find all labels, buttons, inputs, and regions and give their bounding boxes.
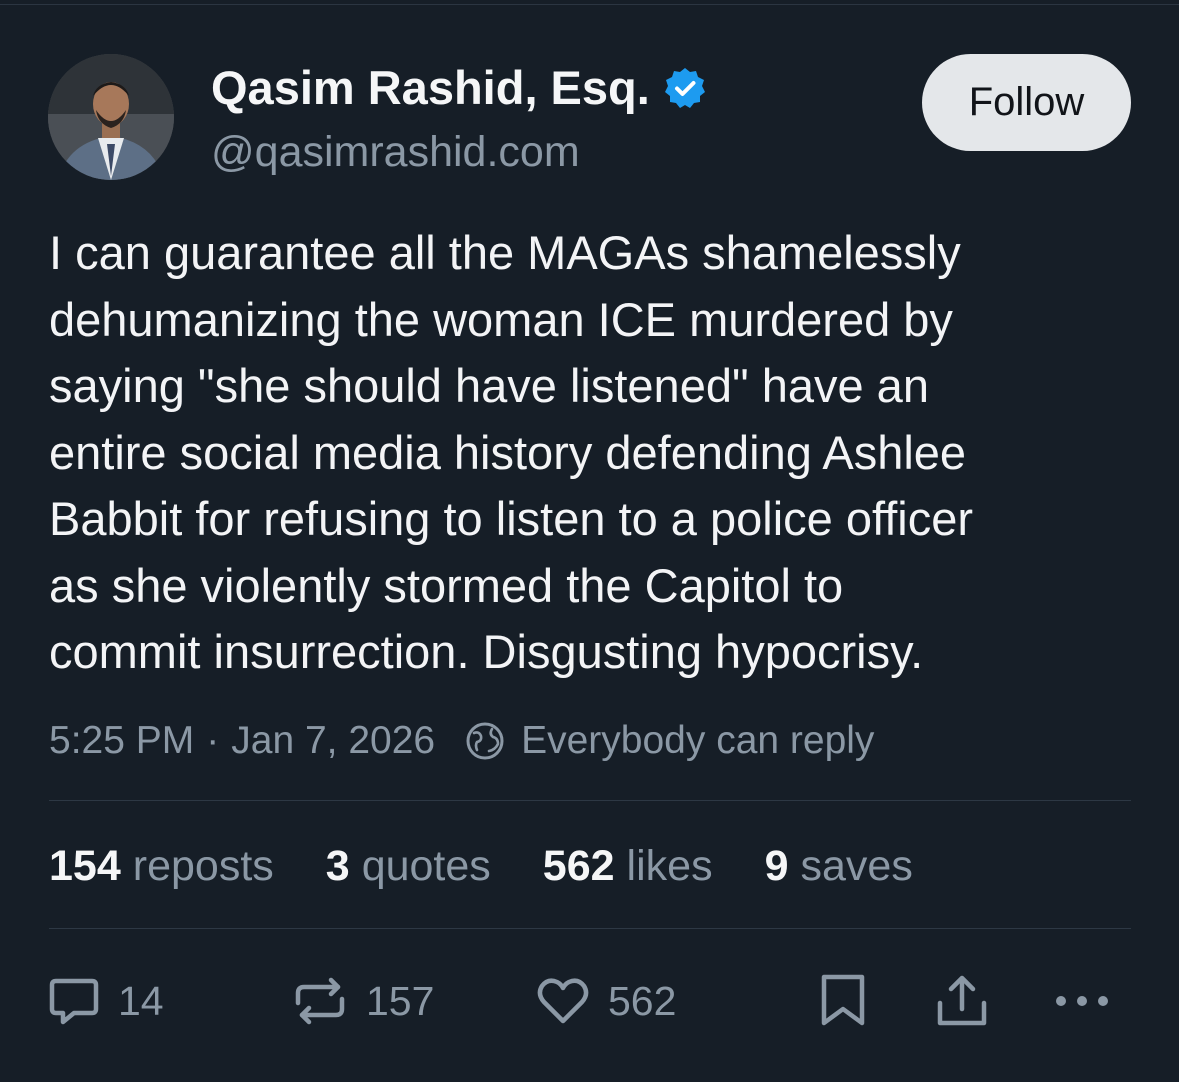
stat-likes-count: 562 <box>542 841 615 890</box>
stat-reposts-count: 154 <box>49 841 121 890</box>
post-text: I can guarantee all the MAGAs shamelessl… <box>49 220 1139 686</box>
more-button[interactable] <box>1052 970 1112 1032</box>
stat-saves[interactable]: 9 saves <box>765 842 913 891</box>
reply-count: 14 <box>118 977 164 1024</box>
meta-separator: · <box>206 719 220 762</box>
avatar-photo <box>48 54 174 180</box>
post-text-line: I can guarantee all the MAGAs shamelessl… <box>49 226 961 279</box>
stat-likes[interactable]: 562 likes <box>543 842 713 891</box>
bookmark-icon <box>821 974 865 1026</box>
post-text-line: as she violently stormed the Capitol to <box>49 558 844 612</box>
reply-button[interactable]: 14 <box>46 970 164 1032</box>
divider <box>49 928 1131 929</box>
like-button[interactable]: 562 <box>534 970 676 1032</box>
stat-reposts-label: reposts <box>132 841 274 890</box>
follow-button[interactable]: Follow <box>922 54 1131 151</box>
more-icon <box>1056 996 1108 1006</box>
repost-count: 157 <box>366 977 435 1024</box>
post-text-line: Babbit for refusing to listen to a polic… <box>49 492 973 545</box>
avatar[interactable] <box>48 54 174 180</box>
stat-reposts[interactable]: 154 reposts <box>49 842 274 891</box>
share-button[interactable] <box>934 970 990 1032</box>
author-handle[interactable]: @qasimrashid.com <box>211 124 580 180</box>
divider <box>49 800 1131 801</box>
post-text-line: dehumanizing the woman ICE murdered by <box>49 292 953 346</box>
reply-icon <box>49 978 99 1025</box>
post-date: Jan 7, 2026 <box>231 719 436 762</box>
post-text-line: commit insurrection. Disgusting hypocris… <box>49 625 924 678</box>
post-text-line: entire social media history defending As… <box>49 425 967 479</box>
engagement-stats: 154 reposts 3 quotes 562 likes 9 saves <box>49 838 965 894</box>
post-text-line: saying "she should have listened" have a… <box>49 359 929 412</box>
author-name-text[interactable]: Qasim Rashid, Esq. <box>211 58 650 118</box>
share-icon <box>937 975 987 1026</box>
repost-button[interactable]: 157 <box>290 970 434 1032</box>
stat-quotes[interactable]: 3 quotes <box>326 842 491 891</box>
post-time: 5:25 PM <box>49 719 195 762</box>
repost-icon <box>295 977 345 1025</box>
stat-likes-label: likes <box>626 841 713 890</box>
stat-saves-count: 9 <box>764 841 789 890</box>
author-name[interactable]: Qasim Rashid, Esq. <box>211 58 706 118</box>
reply-setting[interactable]: Everybody can reply <box>521 719 874 763</box>
verified-badge-icon <box>664 68 705 108</box>
post-meta: 5:25 PM · Jan 7, 2026 Everybody can repl… <box>49 714 874 768</box>
like-count: 562 <box>608 977 677 1024</box>
heart-icon <box>537 978 589 1024</box>
globe-icon <box>466 722 504 760</box>
stat-quotes-count: 3 <box>325 841 350 890</box>
stat-saves-label: saves <box>800 841 913 890</box>
stat-quotes-label: quotes <box>361 841 491 890</box>
top-divider <box>0 4 1179 5</box>
bookmark-button[interactable] <box>818 970 868 1032</box>
